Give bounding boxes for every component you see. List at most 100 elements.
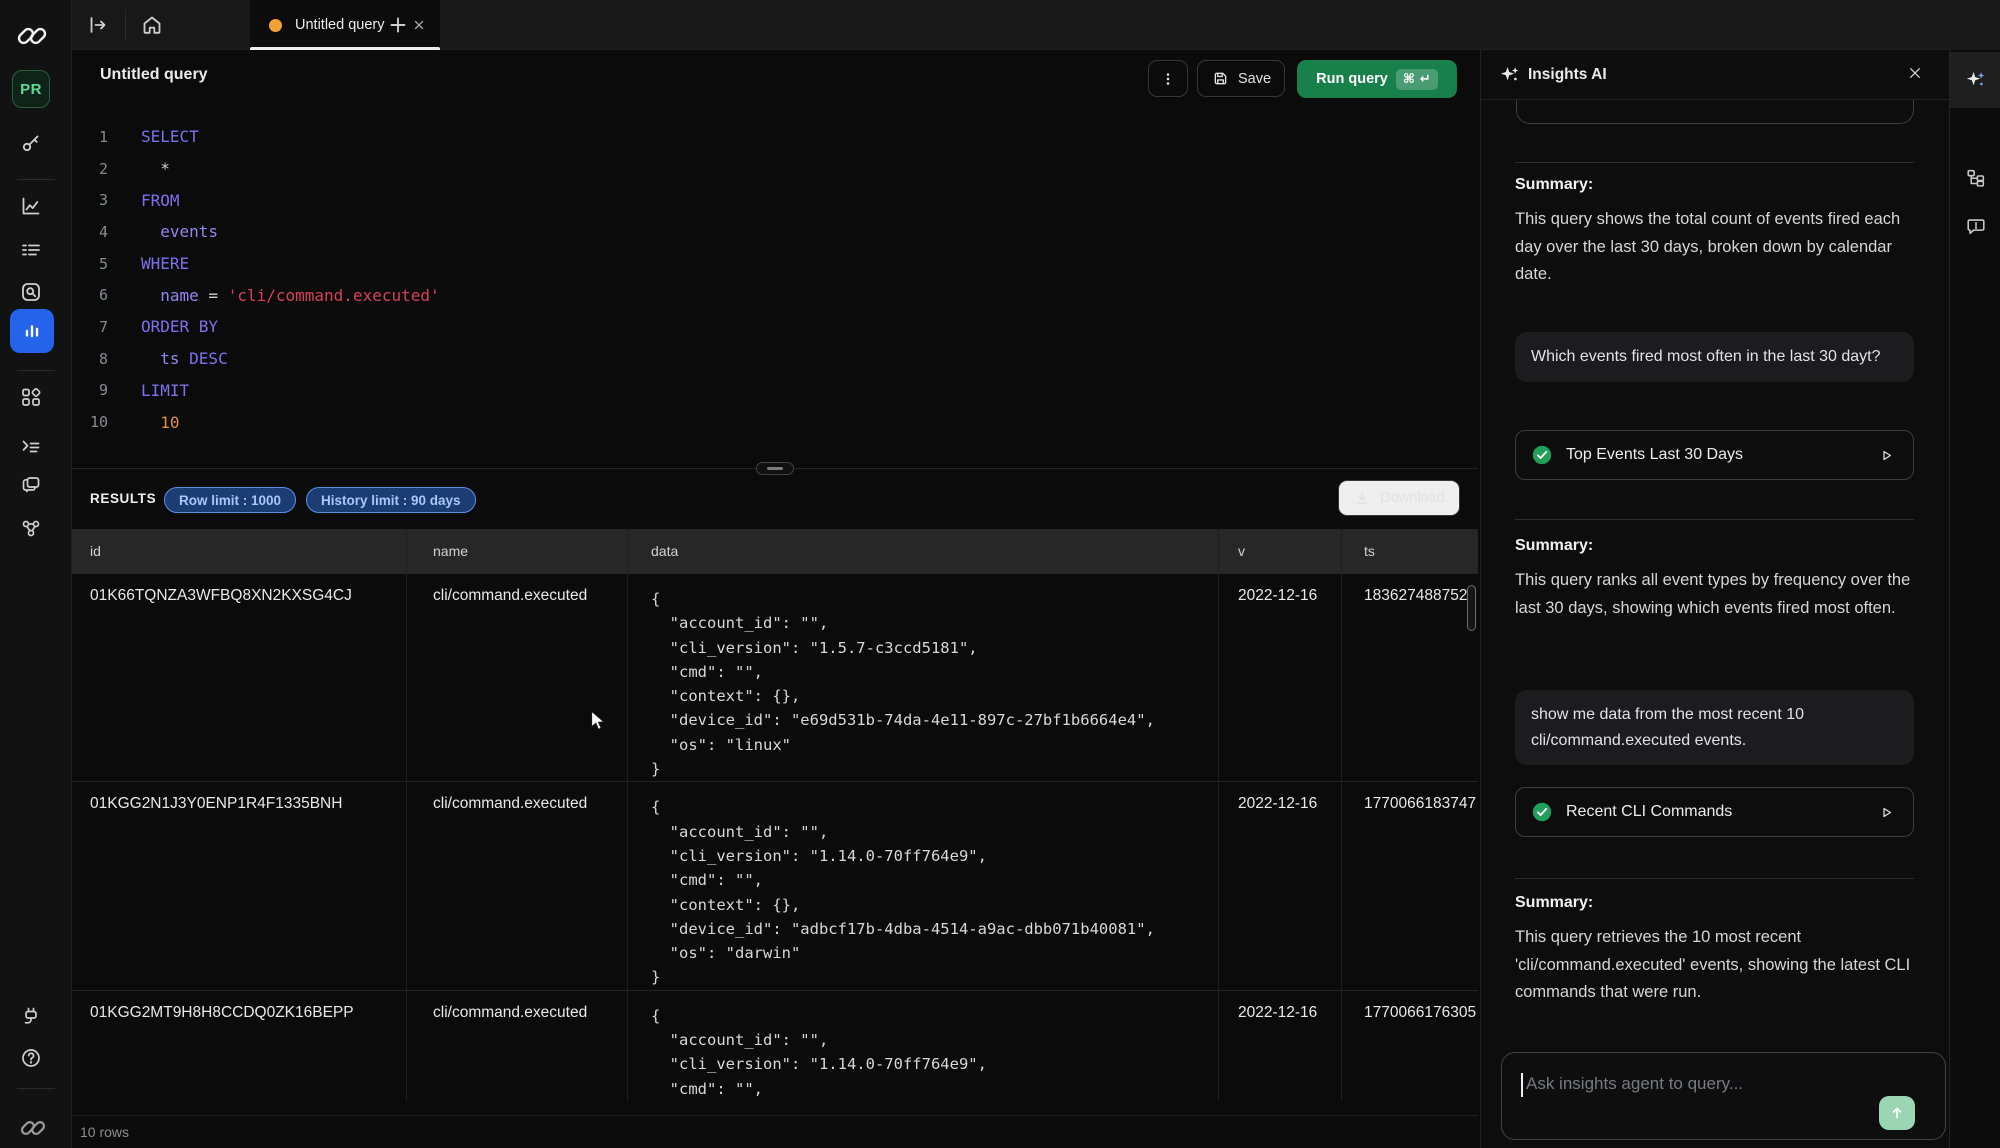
column-header-v[interactable]: v [1218,529,1341,573]
avatar[interactable]: PR [12,70,50,108]
download-label: Download [1380,490,1445,506]
sidebar-divider [17,179,55,180]
code-line[interactable]: 10 10 [72,406,1478,438]
more-options-button[interactable] [1148,60,1188,97]
tabbar-separator [125,10,126,40]
ask-agent-box[interactable] [1501,1052,1946,1140]
code-text: ts DESC [141,349,228,368]
download-button[interactable]: Download [1338,480,1460,516]
results-heading: RESULTS [90,491,156,506]
streams-list-icon[interactable] [19,238,43,262]
column-header-data[interactable]: data [627,529,1218,573]
save-label: Save [1238,71,1271,87]
run-query-button[interactable]: Run query ⌘ ↵ [1297,60,1457,98]
table-row[interactable]: 01KGG2N1J3Y0ENP1R4F1335BNHcli/command.ex… [72,781,1478,989]
line-number: 2 [72,160,108,178]
save-icon [1211,69,1230,88]
tab-close-icon[interactable] [412,18,426,32]
line-number: 7 [72,318,108,336]
rail-insights-ai-icon[interactable] [1950,52,2000,108]
insights-divider [1515,878,1914,879]
sidebar-expand-icon[interactable] [86,13,110,37]
results-header-row: idnamedatavts [72,529,1478,573]
arrow-up-icon [1888,1104,1906,1122]
cell-name: cli/command.executed [406,782,627,989]
line-number: 3 [72,191,108,209]
query-card-title: Recent CLI Commands [1566,803,1732,821]
cell-ts: 1770066183747 [1341,782,1478,989]
user-message-bubble: show me data from the most recent 10 cli… [1515,690,1914,765]
query-card-recent-cli[interactable]: Recent CLI Commands [1515,787,1914,837]
page-title: Untitled query [100,66,208,84]
run-shortcut-badge: ⌘ ↵ [1396,69,1438,90]
ask-agent-input[interactable] [1526,1069,1866,1099]
code-line[interactable]: 9LIMIT [72,375,1478,407]
app-window: PR [0,0,2000,1148]
column-header-id[interactable]: id [72,529,406,573]
save-button[interactable]: Save [1197,60,1285,97]
send-button[interactable] [1879,1096,1915,1130]
summary-label: Summary: [1515,176,1593,194]
query-card-title: Top Events Last 30 Days [1566,446,1743,464]
help-icon[interactable] [19,1046,43,1070]
summary-text: This query retrieves the 10 most recent … [1515,924,1917,1007]
brand-logo-icon [13,23,51,49]
api-keys-icon[interactable] [19,131,43,155]
code-line[interactable]: 4 events [72,216,1478,248]
play-icon[interactable] [1878,447,1895,464]
tab-bar: Untitled query [72,0,2000,50]
apps-grid-icon[interactable] [19,385,43,409]
row-limit-badge[interactable]: Row limit : 1000 [164,487,296,513]
results-table: idnamedatavts 01K66TQNZA3WFBQ8XN2KXSG4CJ… [72,529,1478,1115]
kebab-icon [1159,70,1177,88]
windows-copy-icon[interactable] [19,473,43,497]
terminal-icon[interactable] [19,434,43,458]
tab-label: Untitled query [295,17,384,33]
home-icon[interactable] [140,13,164,37]
line-number: 5 [72,255,108,273]
code-line[interactable]: 8 ts DESC [72,343,1478,375]
line-number: 10 [72,413,108,431]
run-query-label: Run query [1316,71,1388,87]
sidebar-item-query-active[interactable] [10,309,54,353]
table-row[interactable]: 01KGG2MT9H8H8CCDQ0ZK16BEPPcli/command.ex… [72,990,1478,1101]
analytics-chart-icon[interactable] [19,194,43,218]
column-header-ts[interactable]: ts [1341,529,1478,573]
cell-data: { "account_id": "", "cli_version": "1.5.… [627,574,1218,781]
new-tab-plus-icon[interactable] [386,13,410,37]
code-line[interactable]: 5WHERE [72,248,1478,280]
sql-editor[interactable]: 1SELECT2 *3FROM4 events5WHERE6 name = 'c… [72,100,1478,460]
code-line[interactable]: 6 name = 'cli/command.executed' [72,279,1478,311]
tab-untitled-query[interactable]: Untitled query [250,0,440,50]
table-row[interactable]: 01K66TQNZA3WFBQ8XN2KXSG4CJcli/command.ex… [72,573,1478,781]
insights-close-icon[interactable] [1907,65,1923,81]
rail-feedback-icon[interactable] [1950,198,2000,254]
summary-label: Summary: [1515,894,1593,912]
integrations-plug-icon[interactable] [19,1004,43,1028]
explore-search-icon[interactable] [19,280,43,304]
code-text: events [141,222,218,241]
play-icon[interactable] [1878,804,1895,821]
download-icon [1353,489,1371,507]
flow-graph-icon[interactable] [19,516,43,540]
code-line[interactable]: 2 * [72,153,1478,185]
insights-panel: Insights AI Summary: This query shows th… [1480,50,1949,1148]
code-line[interactable]: 7ORDER BY [72,311,1478,343]
row-count: 10 rows [80,1124,129,1140]
resize-drag-handle[interactable] [756,462,794,475]
cell-v: 2022-12-16 [1218,991,1341,1101]
cell-name: cli/command.executed [406,991,627,1101]
code-line[interactable]: 1SELECT [72,121,1478,153]
code-text: name = 'cli/command.executed' [141,286,440,305]
code-line[interactable]: 3 FROM [72,184,1478,216]
history-limit-badge[interactable]: History limit : 90 days [306,487,476,513]
line-number: 4 [72,223,108,241]
code-text: FROM [141,191,180,210]
column-header-name[interactable]: name [406,529,627,573]
results-body: 01K66TQNZA3WFBQ8XN2KXSG4CJcli/command.ex… [72,573,1478,1101]
check-circle-icon [1531,444,1553,466]
line-number: 6 [72,286,108,304]
summary-label: Summary: [1515,537,1593,555]
table-scrollbar-thumb[interactable] [1467,585,1476,631]
query-card-top-events[interactable]: Top Events Last 30 Days [1515,430,1914,480]
